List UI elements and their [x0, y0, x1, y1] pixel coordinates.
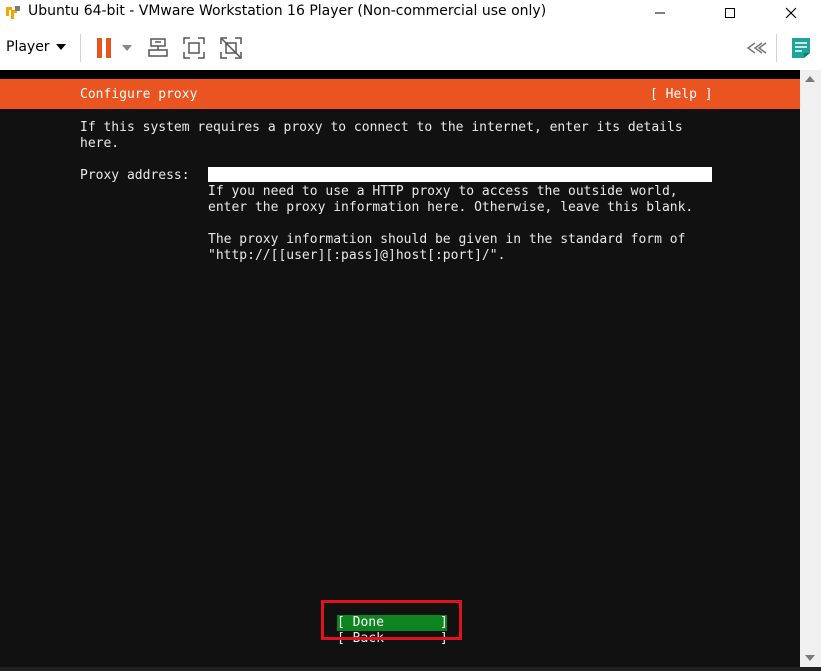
bottom-border — [0, 667, 821, 671]
window-title: Ubuntu 64-bit - VMware Workstation 16 Pl… — [28, 3, 547, 19]
close-button[interactable] — [768, 0, 814, 26]
scroll-up-arrow-icon[interactable] — [805, 76, 815, 82]
send-ctrl-alt-del-icon[interactable] — [145, 35, 171, 61]
proxy-help-line: enter the proxy information here. Otherw… — [208, 200, 694, 215]
toolbar-separator — [80, 34, 81, 62]
done-highlight-annotation — [321, 600, 462, 640]
dropdown-arrow-icon — [55, 44, 66, 50]
player-menu[interactable]: Player — [6, 36, 66, 58]
proxy-help-line: "http://[[user][:pass]@]host[:port]/". — [208, 248, 506, 263]
intro-text-line: If this system requires a proxy to conne… — [80, 120, 683, 135]
vertical-scrollbar[interactable] — [800, 70, 821, 667]
vmware-app-icon — [4, 4, 22, 22]
minimize-button[interactable] — [637, 0, 683, 26]
intro-text-line: here. — [80, 136, 120, 151]
player-menu-label: Player — [6, 39, 50, 55]
toolbar: Player — [0, 26, 821, 71]
title-bar: Ubuntu 64-bit - VMware Workstation 16 Pl… — [0, 0, 821, 26]
proxy-help-line: The proxy information should be given in… — [208, 232, 686, 247]
proxy-address-label: Proxy address: — [80, 168, 190, 183]
header-title: Configure proxy — [80, 87, 198, 102]
proxy-address-input[interactable] — [208, 167, 712, 182]
vm-screen[interactable]: Configure proxy [ Help ] If this system … — [0, 70, 800, 667]
scroll-down-arrow-icon[interactable] — [805, 655, 815, 661]
proxy-help-line: If you need to use a HTTP proxy to acces… — [208, 184, 678, 199]
installer-header: Configure proxy [ Help ] — [0, 79, 800, 109]
pause-dropdown-icon[interactable] — [117, 35, 137, 61]
notes-icon[interactable] — [788, 35, 814, 61]
help-button[interactable]: [ Help ] — [650, 87, 713, 103]
maximize-button[interactable] — [707, 0, 753, 26]
toolbar-separator — [776, 34, 777, 62]
installer-body: If this system requires a proxy to conne… — [0, 109, 800, 667]
collapse-toolbar-icon[interactable] — [743, 35, 769, 61]
pause-icon[interactable] — [91, 35, 117, 61]
unity-icon[interactable] — [218, 35, 244, 61]
full-screen-icon[interactable] — [181, 35, 207, 61]
